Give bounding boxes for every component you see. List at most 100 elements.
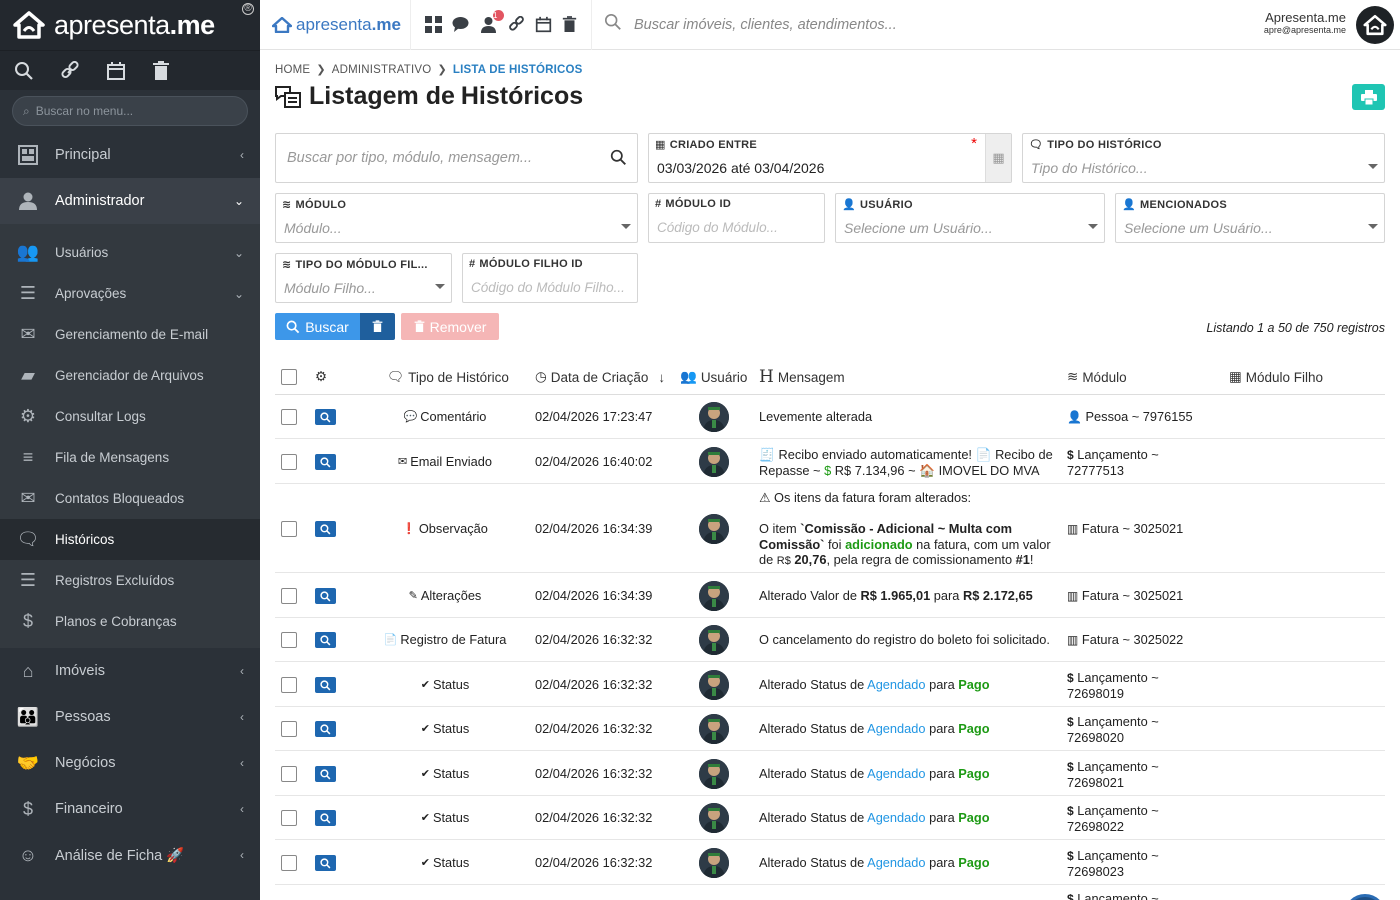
user-avatar[interactable] [699,670,729,700]
row-checkbox[interactable] [281,632,297,648]
view-details-button[interactable] [315,721,336,737]
sidebar-item-contatos-bloqueados[interactable]: ✉ Contatos Bloqueados [0,478,260,519]
table-row[interactable]: ✎ Alterações 02/04/2026 16:34:39 Alterado V… [275,573,1385,618]
tipo-historico-select[interactable]: 🗨 TIPO DO HISTÓRICO Tipo do Histórico... [1022,133,1385,183]
row-checkbox[interactable] [281,766,297,782]
breadcrumb-admin[interactable]: ADMINISTRATIVO [332,64,432,76]
header-data[interactable]: ◷ Data de Criação ↓ [535,369,665,385]
sidebar-item-aprovacoes[interactable]: ☰ Aprovações ⌄ [0,273,260,314]
sidebar-item-analise-ficha[interactable]: ☺ Análise de Ficha 🚀 ‹ [0,832,260,878]
clear-filters-button[interactable] [360,313,395,340]
mencionados-select[interactable]: 👤 MENCIONADOS Selecione um Usuário... [1115,193,1385,243]
row-checkbox[interactable] [281,677,297,693]
sidebar-item-email[interactable]: ✉ Gerenciamento de E-mail [0,314,260,355]
table-row[interactable]: ✔ Status 02/04/2026 16:32:32 Alterado Statu… [275,707,1385,751]
row-checkbox[interactable] [281,855,297,871]
row-checkbox[interactable] [281,521,297,537]
header-modulo-filho[interactable]: ▦ Módulo Filho [1229,369,1323,385]
row-modulo[interactable]: ▥ Fatura ~ 3025022 [1067,632,1183,648]
global-search-input[interactable]: Buscar imóveis, clientes, atendimentos..… [604,13,897,36]
user-avatar[interactable] [1356,6,1394,44]
remove-button[interactable]: Remover [401,313,499,340]
topbar-logo[interactable]: apresenta.me [260,15,410,35]
link-icon[interactable] [508,16,525,33]
row-modulo[interactable]: ▥ Fatura ~ 3025021 [1067,521,1183,537]
calendar-icon[interactable]: ▦ [985,134,1011,182]
user-avatar[interactable] [699,714,729,744]
row-modulo[interactable]: $ Lançamento ~ [1067,891,1159,900]
sidebar-item-negocios[interactable]: 🤝 Negócios ‹ [0,740,260,786]
calendar-icon[interactable] [106,61,126,81]
user-avatar[interactable] [699,803,729,833]
row-modulo[interactable]: $ Lançamento ~72777513 [1067,447,1159,478]
chat-bubble-icon[interactable] [452,16,469,33]
view-details-button[interactable] [315,454,336,470]
user-avatar[interactable] [699,759,729,789]
user-avatar[interactable] [699,402,729,432]
search-button[interactable]: Buscar [275,313,360,340]
user-avatar[interactable] [699,848,729,878]
usuario-select[interactable]: 👤 USUÁRIO Selecione um Usuário... [835,193,1105,243]
row-modulo[interactable]: $ Lançamento ~72698020 [1067,714,1159,745]
sidebar-item-historicos[interactable]: 🗨 Históricos [0,519,260,560]
table-row[interactable]: 📄 Registro de Fatura 02/04/2026 16:32:32 O … [275,618,1385,662]
row-modulo[interactable]: $ Lançamento ~72698023 [1067,848,1159,879]
search-icon[interactable] [14,61,34,81]
sidebar-item-arquivos[interactable]: ▰ Gerenciador de Arquivos [0,355,260,396]
sidebar-item-registros-excluidos[interactable]: ☰ Registros Excluídos [0,560,260,601]
modulo-select[interactable]: ≋ MÓDULO Módulo... [275,193,638,243]
sidebar-item-logs[interactable]: ⚙ Consultar Logs [0,396,260,437]
table-row[interactable]: ✔ Status 02/04/2026 16:32:32 Alterado Statu… [275,662,1385,707]
row-modulo[interactable]: 👤 Pessoa ~ 7976155 [1067,409,1193,425]
sidebar-item-financeiro[interactable]: $ Financeiro ‹ [0,786,260,832]
view-details-button[interactable] [315,855,336,871]
row-checkbox[interactable] [281,588,297,604]
sidebar-item-fila-mensagens[interactable]: ≡ Fila de Mensagens [0,437,260,478]
view-details-button[interactable] [315,588,336,604]
trash-icon[interactable] [152,60,170,81]
sidebar-item-pessoas[interactable]: 👪 Pessoas ‹ [0,694,260,740]
user-avatar[interactable] [699,514,729,544]
sidebar-item-planos-cobrancas[interactable]: $ Planos e Cobranças [0,601,260,642]
view-details-button[interactable] [315,677,336,693]
table-row[interactable]: ✔ Status 02/04/2026 16:32:32 Alterado Statu… [275,751,1385,796]
sidebar-item-imoveis[interactable]: ⌂ Imóveis ‹ [0,648,260,694]
table-row[interactable]: ✉ Email Enviado 02/04/2026 16:40:02 🧾 Recib… [275,439,1385,484]
modulo-id-input[interactable]: # MÓDULO ID Código do Módulo... [648,193,825,243]
row-modulo[interactable]: $ Lançamento ~72698019 [1067,670,1159,701]
view-details-button[interactable] [315,766,336,782]
row-modulo[interactable]: ▥ Fatura ~ 3025021 [1067,588,1183,604]
table-row[interactable]: ✔ Status 02/04/2026 16:32:32 Alterado Statu… [275,840,1385,885]
filter-search-input[interactable]: Buscar por tipo, módulo, mensagem... [275,133,638,183]
table-row[interactable]: ✔ Status 02/04/2026 16:32:32 Alterado Statu… [275,796,1385,840]
view-details-button[interactable] [315,632,336,648]
criado-entre-field[interactable]: ▦ CRIADO ENTRE * 03/03/2026 até 03/04/202… [648,133,1012,183]
view-details-button[interactable] [315,521,336,537]
user-avatar[interactable] [699,581,729,611]
sidebar-logo[interactable]: apresenta.me ® [0,0,260,50]
row-checkbox[interactable] [281,810,297,826]
tipo-modulo-filho-select[interactable]: ≋ TIPO DO MÓDULO FIL... Módulo Filho... [275,253,452,303]
row-checkbox[interactable] [281,454,297,470]
user-avatar[interactable] [699,447,729,477]
user-avatar[interactable] [699,625,729,655]
sidebar-search-input[interactable]: ⌕ Buscar no menu... [12,96,248,126]
sidebar-item-administrador[interactable]: Administrador ⌄ [0,178,260,224]
row-checkbox[interactable] [281,721,297,737]
header-modulo[interactable]: ≋ Módulo [1067,369,1127,385]
print-button[interactable] [1352,84,1385,110]
header-usuario[interactable]: 👥 Usuário [680,369,747,385]
row-checkbox[interactable] [281,409,297,425]
users-notification-icon[interactable]: 1 [479,10,504,33]
sidebar-item-usuarios[interactable]: 👥 Usuários ⌄ [0,232,260,273]
header-tipo[interactable]: 🗨 Tipo de Histórico [387,369,509,385]
view-details-button[interactable] [315,409,336,425]
modulo-filho-id-input[interactable]: # MÓDULO FILHO ID Código do Módulo Filho.… [462,253,638,303]
sidebar-item-principal[interactable]: Principal ‹ [0,132,260,178]
breadcrumb-home[interactable]: HOME [275,64,310,76]
table-row[interactable]: ❗ Observação 02/04/2026 16:34:39 ⚠ Os itens… [275,484,1385,573]
view-details-button[interactable] [315,810,336,826]
grid-icon[interactable] [425,16,442,33]
row-modulo[interactable]: $ Lançamento ~72698021 [1067,759,1159,790]
table-row[interactable]: 💬 Comentário 02/04/2026 17:23:47 Levemente … [275,395,1385,439]
